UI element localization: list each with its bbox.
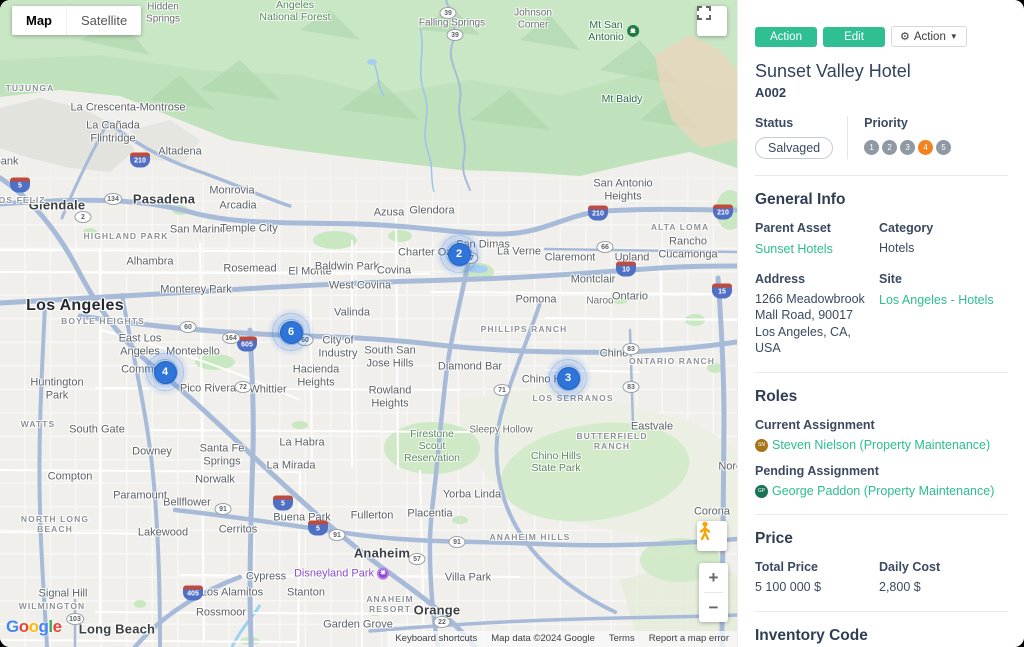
- site-link[interactable]: Los Angeles - Hotels: [879, 293, 994, 307]
- map-attribution: Keyboard shortcuts Map data ©2024 Google…: [387, 631, 737, 647]
- parent-asset-cell: Parent Asset Sunset Hotels: [755, 221, 879, 258]
- address-value: 1266 Meadowbrook Mall Road, 90017 Los An…: [755, 291, 879, 356]
- action-menu-button[interactable]: ⚙ Action ▼: [891, 26, 967, 47]
- action-menu-label: Action: [914, 31, 946, 43]
- pegman-button[interactable]: [697, 521, 727, 551]
- google-logo-letter: o: [29, 617, 39, 636]
- keyboard-shortcuts-link[interactable]: Keyboard shortcuts: [395, 633, 477, 644]
- fullscreen-button[interactable]: [697, 6, 727, 36]
- address-cell: Address 1266 Meadowbrook Mall Road, 9001…: [755, 272, 879, 356]
- general-info-grid: Parent Asset Sunset Hotels Category Hote…: [755, 221, 1008, 356]
- action-button[interactable]: Action: [755, 27, 817, 47]
- map-marker-4[interactable]: 4: [141, 348, 189, 396]
- page-title: Sunset Valley Hotel: [755, 61, 1008, 82]
- google-logo-letter: g: [39, 617, 49, 636]
- price-heading: Price: [755, 530, 1008, 548]
- site-cell: Site Los Angeles - Hotels: [879, 272, 1008, 356]
- roles-heading: Roles: [755, 388, 1008, 406]
- category-value: Hotels: [879, 240, 1008, 256]
- priority-block: Priority 12345: [864, 116, 951, 159]
- fullscreen-icon: [697, 6, 711, 20]
- priority-dot-1[interactable]: 1: [864, 140, 879, 155]
- terms-link[interactable]: Terms: [609, 633, 635, 644]
- zoom-out-button[interactable]: −: [699, 593, 728, 622]
- pending-assignment-label: Pending Assignment: [755, 464, 1008, 478]
- current-assignee-link[interactable]: Steven Nielson (Property Maintenance): [772, 438, 990, 452]
- report-error-link[interactable]: Report a map error: [649, 633, 729, 644]
- chevron-down-icon: ▼: [950, 32, 958, 41]
- daily-cost-value: 2,800 $: [879, 579, 1008, 595]
- pegman-icon: [697, 521, 713, 541]
- edit-button[interactable]: Edit: [823, 27, 885, 47]
- zoom-control: + −: [699, 563, 728, 622]
- marker-count: 4: [154, 361, 177, 384]
- priority-dot-4[interactable]: 4: [918, 140, 933, 155]
- map-data-text: Map data ©2024 Google: [491, 633, 595, 644]
- daily-cost-cell: Daily Cost 2,800 $: [879, 560, 1008, 595]
- section-divider: [755, 372, 1008, 373]
- total-price-cell: Total Price 5 100 000 $: [755, 560, 879, 595]
- google-logo-letter: o: [19, 617, 29, 636]
- pending-assignment-row: GP George Paddon (Property Maintenance): [755, 484, 1008, 498]
- section-divider: [755, 611, 1008, 612]
- current-assignment-label: Current Assignment: [755, 418, 1008, 432]
- price-grid: Total Price 5 100 000 $ Daily Cost 2,800…: [755, 560, 1008, 595]
- marker-count: 2: [448, 243, 471, 266]
- google-logo-letter: G: [6, 617, 19, 636]
- asset-id: A002: [755, 85, 1008, 100]
- category-cell: Category Hotels: [879, 221, 1008, 258]
- toolbar: Action Edit ⚙ Action ▼: [755, 26, 1008, 47]
- section-divider: [755, 514, 1008, 515]
- vertical-divider: [847, 116, 848, 159]
- daily-cost-label: Daily Cost: [879, 560, 1008, 574]
- map-marker-3[interactable]: 3: [544, 354, 592, 402]
- marker-count: 3: [557, 367, 580, 390]
- map-type-control: Map Satellite: [12, 6, 141, 35]
- marker-count: 6: [280, 321, 303, 344]
- google-logo-letter: e: [53, 617, 62, 636]
- parent-asset-label: Parent Asset: [755, 221, 879, 235]
- priority-label: Priority: [864, 116, 951, 130]
- inventory-code-heading: Inventory Code: [755, 627, 1008, 645]
- priority-dot-5[interactable]: 5: [936, 140, 951, 155]
- map-marker-6[interactable]: 6: [267, 308, 315, 356]
- total-price-value: 5 100 000 $: [755, 579, 879, 595]
- category-label: Category: [879, 221, 1008, 235]
- map-canvas[interactable]: Hidden SpringsAngeles National ForestFal…: [0, 0, 737, 647]
- app-window: Hidden SpringsAngeles National ForestFal…: [0, 0, 1024, 647]
- map-marker-layer: 2 6 4 3: [0, 0, 737, 647]
- priority-dot-3[interactable]: 3: [900, 140, 915, 155]
- priority-dots: 12345: [864, 140, 951, 155]
- current-assignment-row: SN Steven Nielson (Property Maintenance): [755, 438, 1008, 452]
- address-label: Address: [755, 272, 879, 286]
- map-marker-2[interactable]: 2: [435, 230, 483, 278]
- avatar: SN: [755, 439, 768, 452]
- parent-asset-link[interactable]: Sunset Hotels: [755, 242, 833, 256]
- google-logo[interactable]: Google: [6, 617, 62, 637]
- tab-map[interactable]: Map: [12, 6, 66, 35]
- status-block: Status Salvaged: [755, 116, 833, 159]
- site-label: Site: [879, 272, 1008, 286]
- detail-panel: Action Edit ⚙ Action ▼ Sunset Valley Hot…: [737, 0, 1024, 647]
- total-price-label: Total Price: [755, 560, 879, 574]
- general-info-heading: General Info: [755, 191, 1008, 209]
- priority-dot-2[interactable]: 2: [882, 140, 897, 155]
- section-divider: [755, 175, 1008, 176]
- pending-assignee-link[interactable]: George Paddon (Property Maintenance): [772, 484, 994, 498]
- gear-icon: ⚙: [900, 30, 910, 43]
- avatar: GP: [755, 485, 768, 498]
- status-priority-row: Status Salvaged Priority 12345: [755, 116, 1008, 159]
- zoom-in-button[interactable]: +: [699, 563, 728, 592]
- tab-satellite[interactable]: Satellite: [66, 6, 141, 35]
- status-badge: Salvaged: [755, 137, 833, 159]
- status-label: Status: [755, 116, 833, 130]
